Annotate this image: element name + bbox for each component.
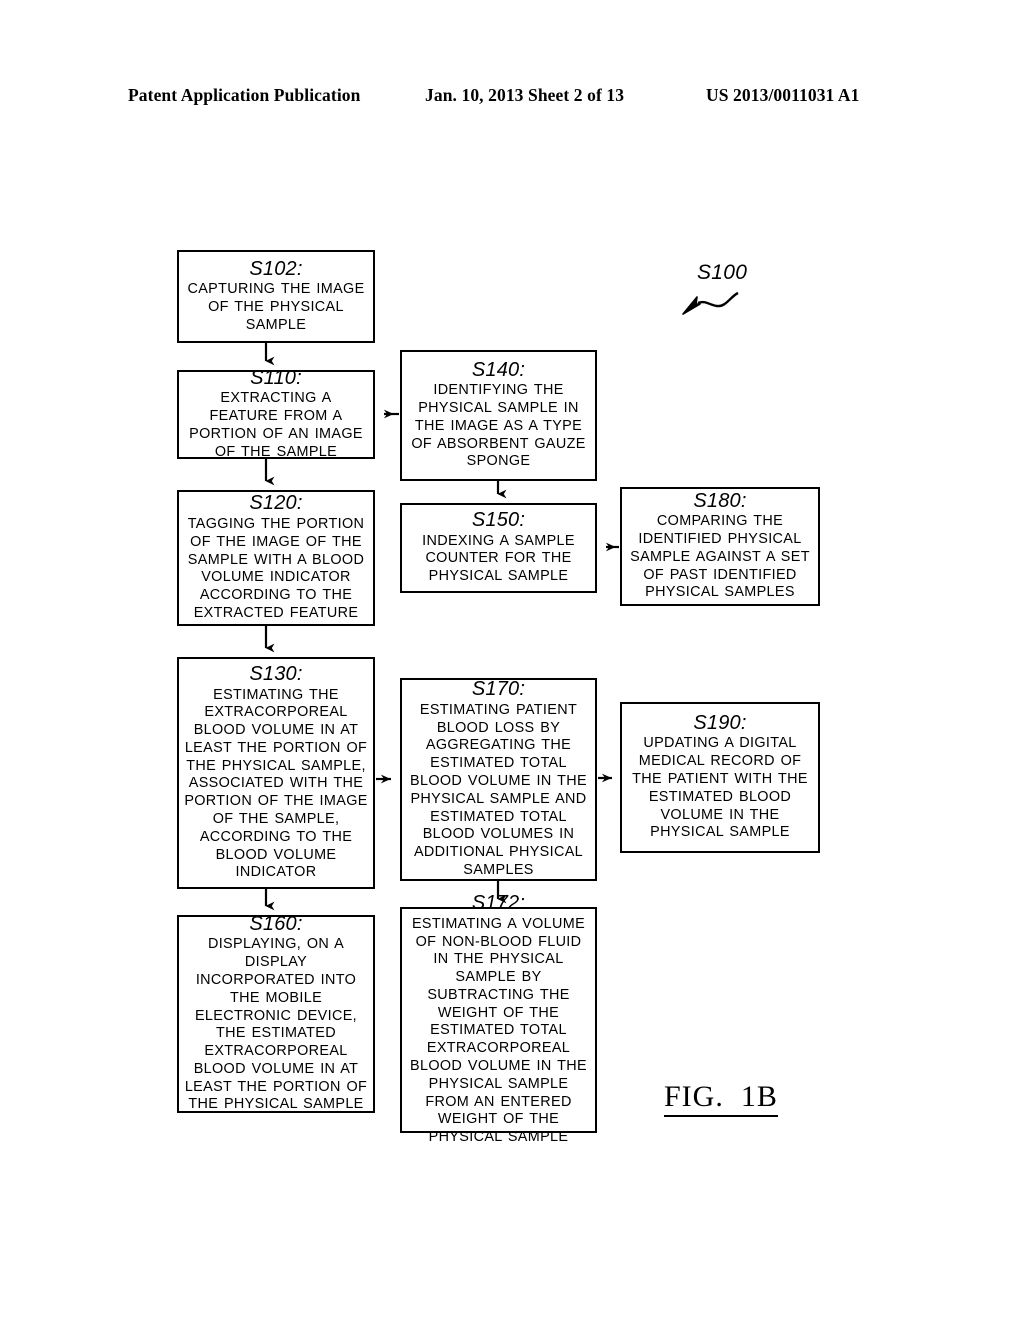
figure-reference-label: S100	[697, 261, 748, 284]
flow-box-s150-body: INDEXING A SAMPLE COUNTER FOR THE PHYSIC…	[422, 532, 575, 585]
flow-box-s102-body: CAPTURING THE IMAGE OF THE PHYSICAL SAMP…	[187, 281, 365, 333]
flow-box-s102[interactable]: S102: CAPTURING THE IMAGE OF THE PHYSICA…	[177, 250, 375, 343]
flow-box-s160-body: DISPLAYING, ON A DISPLAY INCORPORATED IN…	[184, 936, 368, 1113]
flow-box-s130-step-id: S130:	[249, 662, 303, 685]
flow-box-s130-body: ESTIMATING THE EXTRACORPOREAL BLOOD VOLU…	[184, 686, 368, 881]
flow-box-s102-step-id: S102:	[249, 257, 303, 280]
flow-box-s150-step-id: S150:	[471, 509, 526, 532]
flow-box-s180-step-id: S180:	[693, 489, 747, 512]
s100-leader-arrow	[697, 291, 739, 308]
flow-box-s180-body: COMPARING THE IDENTIFIED PHYSICAL SAMPLE…	[630, 513, 810, 601]
flow-box-s110[interactable]: S110: EXTRACTING A FEATURE FROM A PORTIO…	[177, 366, 375, 460]
flow-box-s172-body: ESTIMATING A VOLUME OF NON-BLOOD FLUID I…	[410, 915, 587, 1146]
flow-box-s170[interactable]: S170: ESTIMATING PATIENT BLOOD LOSS BY A…	[400, 678, 597, 881]
flow-box-s140-step-id: S140:	[471, 358, 526, 381]
flow-box-s110-body: EXTRACTING A FEATURE FROM A PORTION OF A…	[189, 390, 363, 460]
flow-box-s170-body: ESTIMATING PATIENT BLOOD LOSS BY AGGREGA…	[410, 701, 587, 878]
flow-box-s120[interactable]: S120: TAGGING THE PORTION OF THE IMAGE O…	[177, 490, 375, 626]
flow-box-s172[interactable]: S172: ESTIMATING A VOLUME OF NON-BLOOD F…	[400, 893, 597, 1145]
s100-leader-arrowhead	[682, 296, 701, 315]
flow-box-s190-step-id: S190:	[693, 711, 747, 734]
flowchart-diagram: S102: CAPTURING THE IMAGE OF THE PHYSICA…	[0, 0, 1024, 1320]
flow-box-s120-step-id: S120:	[249, 492, 303, 515]
flow-box-s180[interactable]: S180: COMPARING THE IDENTIFIED PHYSICAL …	[620, 487, 820, 606]
flow-box-s140[interactable]: S140: IDENTIFYING THE PHYSICAL SAMPLE IN…	[400, 350, 597, 481]
flow-box-s130[interactable]: S130: ESTIMATING THE EXTRACORPOREAL BLOO…	[177, 657, 375, 889]
flow-box-s110-step-id: S110:	[250, 366, 302, 389]
flow-box-s160[interactable]: S160: DISPLAYING, ON A DISPLAY INCORPORA…	[177, 912, 375, 1113]
flow-box-s160-step-id: S160:	[249, 912, 303, 935]
flow-box-s150[interactable]: S150: INDEXING A SAMPLE COUNTER FOR THE …	[400, 503, 597, 593]
flow-box-s170-step-id: S170:	[471, 678, 526, 701]
figure-caption: FIG. 1B	[664, 1080, 778, 1117]
flow-box-s140-body: IDENTIFYING THE PHYSICAL SAMPLE IN THE I…	[411, 382, 586, 470]
flow-box-s190[interactable]: S190: UPDATING A DIGITAL MEDICAL RECORD …	[620, 702, 820, 853]
flow-box-s120-body: TAGGING THE PORTION OF THE IMAGE OF THE …	[187, 515, 365, 621]
flow-box-s172-step-id: S172:	[471, 892, 526, 915]
flow-box-s190-body: UPDATING A DIGITAL MEDICAL RECORD OF THE…	[632, 735, 808, 841]
